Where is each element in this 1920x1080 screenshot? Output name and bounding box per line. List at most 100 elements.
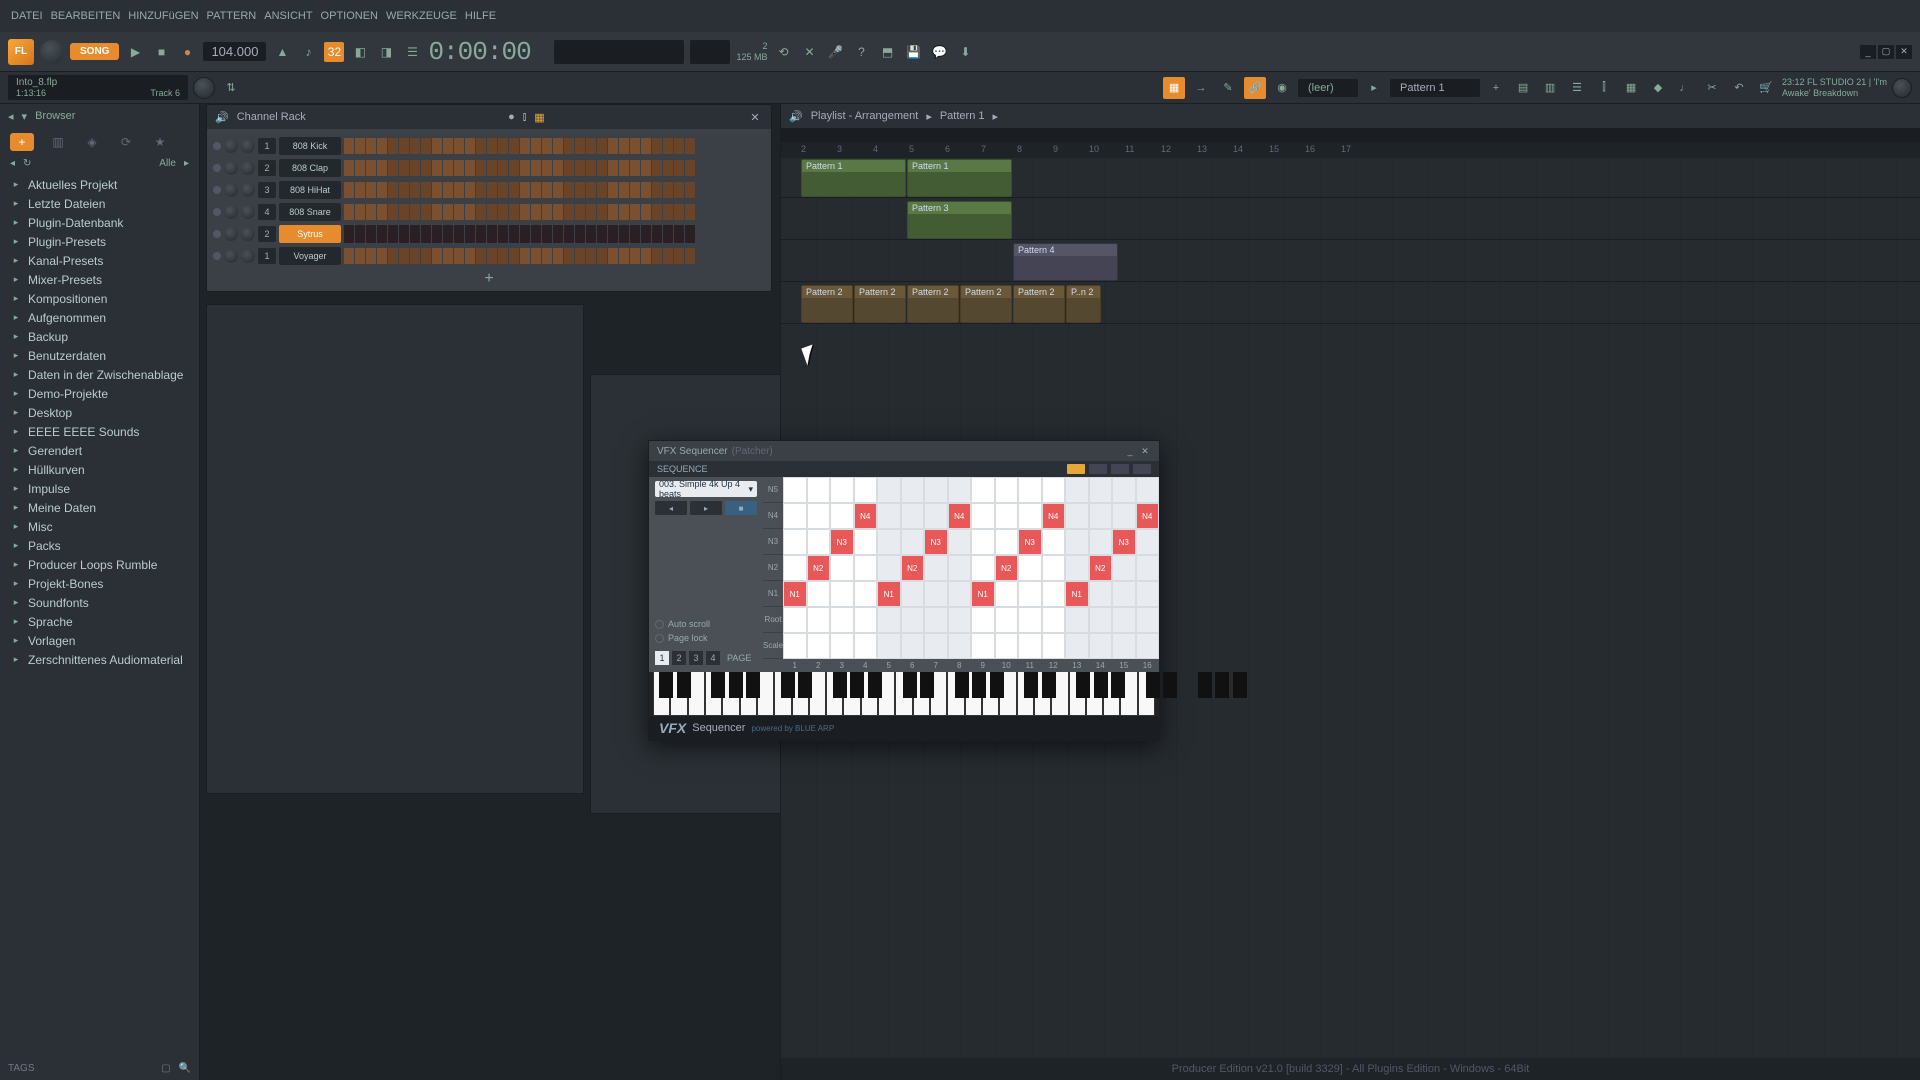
vfx-grid-cell[interactable] <box>1042 581 1066 607</box>
vfx-grid-cell[interactable]: N2 <box>995 555 1019 581</box>
vfx-grid-cell[interactable]: N4 <box>854 503 878 529</box>
cr-add-channel-button[interactable]: + <box>207 267 771 291</box>
channel-vol-knob[interactable] <box>241 139 255 153</box>
channel-pan-knob[interactable] <box>224 139 238 153</box>
channel-vol-knob[interactable] <box>241 183 255 197</box>
vfx-grid-cell[interactable] <box>1136 477 1160 503</box>
vfx-grid-cell[interactable] <box>1089 503 1113 529</box>
channel-vol-knob[interactable] <box>241 249 255 263</box>
browser-star-icon[interactable]: ★ <box>150 133 170 151</box>
step-sequence[interactable] <box>344 138 695 154</box>
playlist-clip[interactable]: P..n 2 <box>1066 285 1101 323</box>
vfx-grid-cell[interactable]: N4 <box>948 503 972 529</box>
vfx-grid-cell[interactable] <box>901 607 925 633</box>
piano-black-key[interactable] <box>1198 672 1212 698</box>
piano-black-key[interactable] <box>1042 672 1056 698</box>
channel-led[interactable] <box>213 186 221 194</box>
vfx-grid-cell[interactable] <box>971 529 995 555</box>
piano-black-key[interactable] <box>833 672 847 698</box>
cr-meter-icon[interactable]: ⫾ <box>523 111 527 124</box>
vfx-grid-cell[interactable]: N2 <box>1089 555 1113 581</box>
menu-werkzeuge[interactable]: WERKZEUGE <box>383 10 460 22</box>
channel-name[interactable]: Sytrus <box>279 225 341 243</box>
piano-black-key[interactable] <box>920 672 934 698</box>
playlist-clip[interactable]: Pattern 2 <box>1013 285 1065 323</box>
vfx-titlebar[interactable]: VFX Sequencer (Patcher) _ ✕ <box>649 441 1159 461</box>
link-icon[interactable]: 🔗 <box>1244 77 1266 99</box>
vfx-grid-cell[interactable] <box>807 477 831 503</box>
browser-item[interactable]: ▸Kanal-Presets <box>0 251 199 270</box>
menu-bearbeiten[interactable]: BEARBEITEN <box>48 10 124 22</box>
speaker-icon[interactable]: 🔊 <box>215 111 229 124</box>
vfx-pagelock-checkbox[interactable]: Page lock <box>655 633 757 643</box>
play-button[interactable]: ▶ <box>125 42 145 62</box>
minimize-button[interactable]: _ <box>1860 45 1876 59</box>
browser-item[interactable]: ▸Demo-Projekte <box>0 384 199 403</box>
vfx-grid-cell[interactable] <box>807 529 831 555</box>
channel-pan-knob[interactable] <box>224 183 238 197</box>
search-icon[interactable]: 🔍 <box>179 1063 191 1074</box>
vfx-grid-cell[interactable] <box>1018 477 1042 503</box>
pattern-selector[interactable]: Pattern 1 <box>1390 79 1480 97</box>
browser-filter[interactable]: Alle <box>159 158 176 169</box>
cr-close-button[interactable]: ✕ <box>747 111 763 124</box>
vfx-grid-cell[interactable] <box>1089 477 1113 503</box>
time-display[interactable]: 0:00:00 <box>428 37 548 67</box>
midi-icon[interactable]: ◉ <box>1271 77 1293 99</box>
playlist-clip[interactable]: Pattern 1 <box>907 159 1012 197</box>
channel-row[interactable]: 4808 Snare <box>207 201 771 223</box>
vfx-grid-cell[interactable] <box>877 607 901 633</box>
caret-icon[interactable]: ▸ <box>1363 77 1385 99</box>
channel-pan-knob[interactable] <box>224 205 238 219</box>
vfx-grid-cell[interactable] <box>924 477 948 503</box>
view-piano-icon[interactable]: ▥ <box>1539 77 1561 99</box>
tool2-icon[interactable]: ↶ <box>1728 77 1750 99</box>
vfx-grid-cell[interactable] <box>854 477 878 503</box>
vfx-grid-cell[interactable] <box>924 503 948 529</box>
vfx-grid-cell[interactable]: N3 <box>830 529 854 555</box>
playlist-clip[interactable]: Pattern 2 <box>801 285 853 323</box>
vfx-grid-cell[interactable]: N1 <box>783 581 807 607</box>
browser-item[interactable]: ▸Vorlagen <box>0 631 199 650</box>
vfx-grid-cell[interactable] <box>807 581 831 607</box>
channel-pan-knob[interactable] <box>224 227 238 241</box>
vfx-grid-cell[interactable] <box>877 477 901 503</box>
vfx-next-button[interactable]: ▸ <box>690 501 722 515</box>
browser-item[interactable]: ▸Impulse <box>0 479 199 498</box>
vfx-grid-cell[interactable] <box>830 607 854 633</box>
playlist-clip[interactable]: Pattern 2 <box>854 285 906 323</box>
undo-icon[interactable]: ⟲ <box>773 42 793 62</box>
vfx-grid-cell[interactable] <box>1065 555 1089 581</box>
browser-item[interactable]: ▸Gerendert <box>0 441 199 460</box>
channel-name[interactable]: 808 Kick <box>279 137 341 155</box>
piano-black-key[interactable] <box>659 672 673 698</box>
vfx-grid-cell[interactable] <box>1065 529 1089 555</box>
piano-black-key[interactable] <box>1024 672 1038 698</box>
channel-row[interactable]: 3808 HiHat <box>207 179 771 201</box>
vfx-grid-cell[interactable] <box>971 633 995 659</box>
vfx-grid-cell[interactable]: N4 <box>1136 503 1160 529</box>
piano-black-key[interactable] <box>1111 672 1125 698</box>
channel-row[interactable]: 1808 Kick <box>207 135 771 157</box>
browser-item[interactable]: ▸Plugin-Datenbank <box>0 213 199 232</box>
tempo-tap-icon[interactable]: ♩ <box>1674 77 1696 99</box>
vfx-grid-cell[interactable] <box>948 555 972 581</box>
vfx-mode-4[interactable] <box>1133 464 1151 474</box>
vfx-grid-cell[interactable] <box>948 529 972 555</box>
menu-pattern[interactable]: PATTERN <box>204 10 260 22</box>
replay-icon[interactable]: ↻ <box>23 158 31 169</box>
vfx-mode-3[interactable] <box>1111 464 1129 474</box>
tempo-display[interactable]: 104.000 <box>203 42 266 61</box>
browser-item[interactable]: ▸Desktop <box>0 403 199 422</box>
vfx-grid-cell[interactable] <box>995 633 1019 659</box>
channel-number[interactable]: 4 <box>258 204 276 220</box>
switch-icon[interactable]: ⇅ <box>220 77 242 99</box>
piano-black-key[interactable] <box>1215 672 1229 698</box>
vfx-minimize-button[interactable]: _ <box>1124 445 1136 457</box>
stop-button[interactable]: ■ <box>151 42 171 62</box>
vfx-grid-cell[interactable] <box>1065 477 1089 503</box>
vfx-grid-cell[interactable] <box>877 555 901 581</box>
browser-item[interactable]: ▸EEEE EEEE Sounds <box>0 422 199 441</box>
channel-vol-knob[interactable] <box>241 227 255 241</box>
piano-black-key[interactable] <box>1163 672 1177 698</box>
